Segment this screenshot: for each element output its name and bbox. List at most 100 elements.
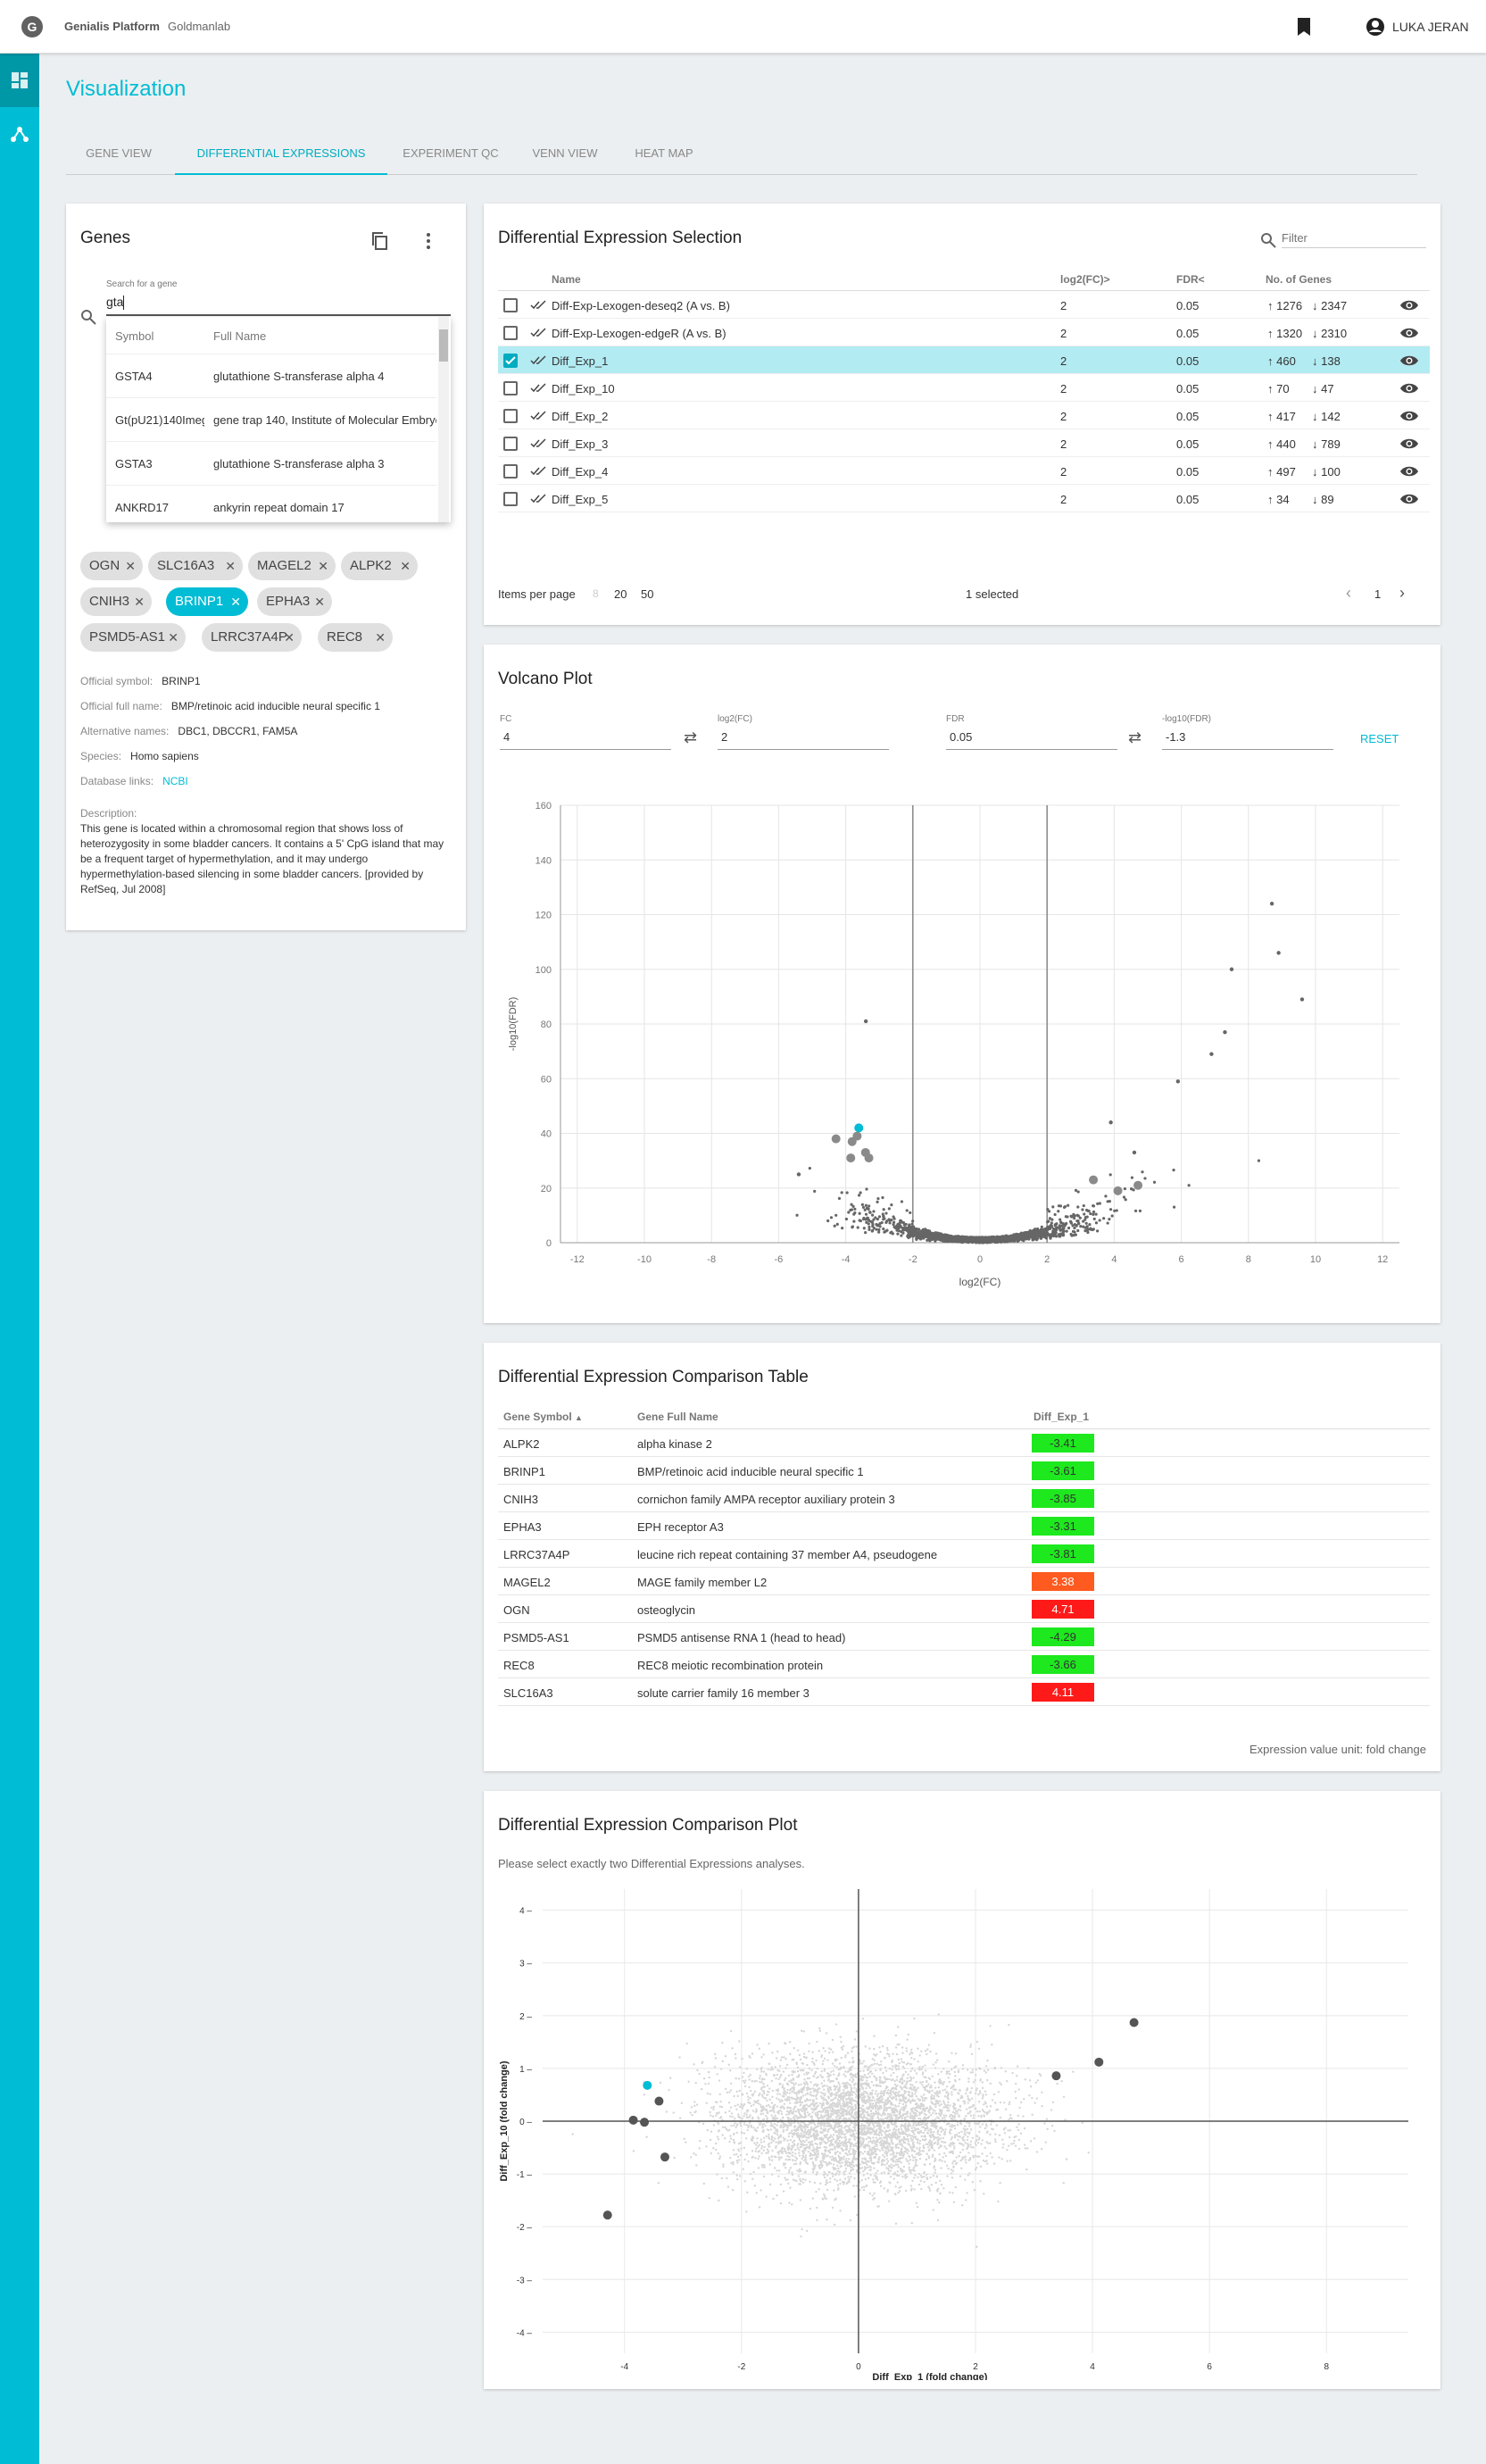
de-log2fc: 2 bbox=[1060, 410, 1067, 423]
row-checkbox[interactable] bbox=[503, 492, 518, 506]
row-checkbox[interactable] bbox=[503, 326, 518, 340]
close-icon[interactable]: ✕ bbox=[225, 552, 236, 580]
tab-differential-expressions[interactable]: DIFFERENTIAL EXPRESSIONS bbox=[175, 134, 387, 175]
table-row[interactable]: REC8 REC8 meiotic recombination protein -3… bbox=[498, 1651, 1430, 1678]
row-checkbox[interactable] bbox=[503, 409, 518, 423]
more-vert-icon[interactable] bbox=[418, 230, 439, 252]
eye-icon[interactable] bbox=[1399, 465, 1419, 478]
de-row[interactable]: Diff_Exp_4 2 0.05 ↑ 497 ↓ 100 bbox=[498, 457, 1430, 485]
de-row[interactable]: Diff-Exp-Lexogen-edgeR (A vs. B) 2 0.05 ↑ 1… bbox=[498, 319, 1430, 346]
eye-icon[interactable] bbox=[1399, 354, 1419, 367]
table-row[interactable]: BRINP1 BMP/retinoic acid inducible neural… bbox=[498, 1457, 1430, 1485]
dropdown-option[interactable]: GSTA4 glutathione S-transferase alpha 4 bbox=[106, 354, 436, 398]
neglog-fdr-input[interactable]: -1.3 bbox=[1162, 730, 1333, 750]
gene-chip[interactable]: OGN ✕ bbox=[80, 552, 143, 580]
row-checkbox[interactable] bbox=[503, 354, 518, 368]
eye-icon[interactable] bbox=[1399, 410, 1419, 422]
gene-chip[interactable]: LRRC37A4P ✕ bbox=[202, 623, 302, 652]
gene-chip[interactable]: REC8 ✕ bbox=[318, 623, 393, 652]
swap-icon[interactable]: ⇄ bbox=[684, 728, 697, 747]
user-menu[interactable]: LUKA JERAN bbox=[1366, 17, 1469, 37]
genialis-logo-icon[interactable]: G bbox=[21, 16, 43, 37]
table-row[interactable]: CNIH3 cornichon family AMPA receptor auxi… bbox=[498, 1485, 1430, 1512]
gene-search-input[interactable]: gta bbox=[106, 295, 451, 316]
col-fdr[interactable]: FDR< bbox=[1176, 273, 1205, 286]
gene-chip-selected[interactable]: BRINP1 ✕ bbox=[166, 587, 248, 616]
dropdown-scrollbar[interactable] bbox=[438, 317, 449, 522]
gene-chip[interactable]: SLC16A3 ✕ bbox=[148, 552, 243, 580]
col-num-genes[interactable]: No. of Genes bbox=[1266, 273, 1332, 286]
row-checkbox[interactable] bbox=[503, 437, 518, 451]
gene-chip[interactable]: MAGEL2 ✕ bbox=[248, 552, 336, 580]
fdr-input[interactable]: 0.05 bbox=[946, 730, 1117, 750]
page-size-option[interactable]: 8 bbox=[593, 587, 599, 600]
close-icon[interactable]: ✕ bbox=[318, 552, 328, 580]
dropdown-option[interactable]: Gt(pU21)140Imeg gene trap 140, Institute … bbox=[106, 398, 436, 442]
de-row[interactable]: Diff_Exp_5 2 0.05 ↑ 34 ↓ 89 bbox=[498, 485, 1430, 512]
close-icon[interactable]: ✕ bbox=[230, 587, 241, 616]
col-diff-exp-1[interactable]: Diff_Exp_1 bbox=[1034, 1411, 1089, 1423]
de-row[interactable]: Diff-Exp-Lexogen-deseq2 (A vs. B) 2 0.05 ↑ … bbox=[498, 291, 1430, 319]
eye-icon[interactable] bbox=[1399, 437, 1419, 450]
de-row[interactable]: Diff_Exp_10 2 0.05 ↑ 70 ↓ 47 bbox=[498, 374, 1430, 402]
page-size-option[interactable]: 20 bbox=[614, 587, 627, 601]
volcano-plot[interactable]: -12 -10 -8 -6 -4 -2 0 2 4 6 8 10 1202040608010012014… bbox=[498, 787, 1426, 1305]
row-checkbox[interactable] bbox=[503, 381, 518, 395]
tab-venn-view[interactable]: VENN VIEW bbox=[516, 134, 614, 175]
close-icon[interactable]: ✕ bbox=[284, 623, 295, 652]
filter-input[interactable] bbox=[1282, 229, 1426, 248]
close-icon[interactable]: ✕ bbox=[400, 552, 411, 580]
eye-icon[interactable] bbox=[1399, 382, 1419, 395]
sidebar-item-dashboard[interactable] bbox=[0, 54, 39, 107]
tab-experiment-qc[interactable]: EXPERIMENT QC bbox=[389, 134, 512, 175]
gene-symbol-cell: PSMD5-AS1 bbox=[503, 1631, 569, 1644]
page-size-option[interactable]: 50 bbox=[641, 587, 653, 601]
table-row[interactable]: MAGEL2 MAGE family member L2 3.38 bbox=[498, 1568, 1430, 1595]
dropdown-option[interactable]: ANKRD17 ankyrin repeat domain 17 bbox=[106, 486, 436, 522]
eye-icon[interactable] bbox=[1399, 493, 1419, 505]
brand-name[interactable]: Genialis Platform bbox=[64, 20, 160, 33]
table-row[interactable]: PSMD5-AS1 PSMD5 antisense RNA 1 (head to … bbox=[498, 1623, 1430, 1651]
col-name[interactable]: Name bbox=[552, 273, 581, 286]
gene-chip[interactable]: CNIH3 ✕ bbox=[80, 587, 152, 616]
fc-input[interactable]: 4 bbox=[500, 730, 671, 750]
ncbi-link[interactable]: NCBI bbox=[162, 775, 188, 787]
close-icon[interactable]: ✕ bbox=[314, 587, 325, 616]
tab-gene-view[interactable]: GENE VIEW bbox=[66, 134, 171, 175]
close-icon[interactable]: ✕ bbox=[168, 623, 178, 652]
table-row[interactable]: SLC16A3 solute carrier family 16 member 3… bbox=[498, 1678, 1430, 1706]
sidebar-item-network[interactable] bbox=[0, 125, 39, 179]
table-row[interactable]: ALPK2 alpha kinase 2 -3.41 bbox=[498, 1429, 1430, 1457]
prev-page-button[interactable]: ‹ bbox=[1346, 584, 1351, 603]
tab-heat-map[interactable]: HEAT MAP bbox=[618, 134, 710, 175]
swap-icon[interactable]: ⇄ bbox=[1128, 728, 1141, 747]
close-icon[interactable]: ✕ bbox=[125, 552, 136, 580]
gene-chip[interactable]: EPHA3 ✕ bbox=[257, 587, 332, 616]
eye-icon[interactable] bbox=[1399, 299, 1419, 312]
gene-chip[interactable]: ALPK2 ✕ bbox=[341, 552, 418, 580]
reset-button[interactable]: RESET bbox=[1360, 732, 1399, 745]
table-row[interactable]: LRRC37A4P leucine rich repeat containing … bbox=[498, 1540, 1430, 1568]
lab-name[interactable]: Goldmanlab bbox=[168, 20, 230, 33]
comparison-scatter-plot[interactable]: -4 -2 0 2 4 6 8-4 –-3 –-2 –-1 –0 –1 –2 –3 –4 –… bbox=[498, 1880, 1426, 2380]
close-icon[interactable]: ✕ bbox=[375, 623, 386, 652]
col-gene-full-name[interactable]: Gene Full Name bbox=[637, 1411, 718, 1423]
col-gene-symbol[interactable]: Gene Symbol ▲ bbox=[503, 1411, 583, 1423]
col-log2fc[interactable]: log2(FC)> bbox=[1060, 273, 1110, 286]
scrollbar-thumb[interactable] bbox=[439, 329, 448, 362]
log2fc-input[interactable]: 2 bbox=[718, 730, 889, 750]
table-row[interactable]: OGN osteoglycin 4.71 bbox=[498, 1595, 1430, 1623]
dropdown-option[interactable]: GSTA3 glutathione S-transferase alpha 3 bbox=[106, 442, 436, 486]
copy-icon[interactable] bbox=[369, 230, 391, 252]
eye-icon[interactable] bbox=[1399, 327, 1419, 339]
bookmark-icon[interactable] bbox=[1298, 18, 1310, 36]
de-row[interactable]: Diff_Exp_3 2 0.05 ↑ 440 ↓ 789 bbox=[498, 429, 1430, 457]
de-row[interactable]: Diff_Exp_1 2 0.05 ↑ 460 ↓ 138 bbox=[498, 346, 1430, 374]
gene-chip[interactable]: PSMD5-AS1 ✕ bbox=[80, 623, 186, 652]
de-row[interactable]: Diff_Exp_2 2 0.05 ↑ 417 ↓ 142 bbox=[498, 402, 1430, 429]
row-checkbox[interactable] bbox=[503, 298, 518, 312]
close-icon[interactable]: ✕ bbox=[134, 587, 145, 616]
row-checkbox[interactable] bbox=[503, 464, 518, 479]
next-page-button[interactable]: › bbox=[1399, 584, 1405, 603]
table-row[interactable]: EPHA3 EPH receptor A3 -3.31 bbox=[498, 1512, 1430, 1540]
